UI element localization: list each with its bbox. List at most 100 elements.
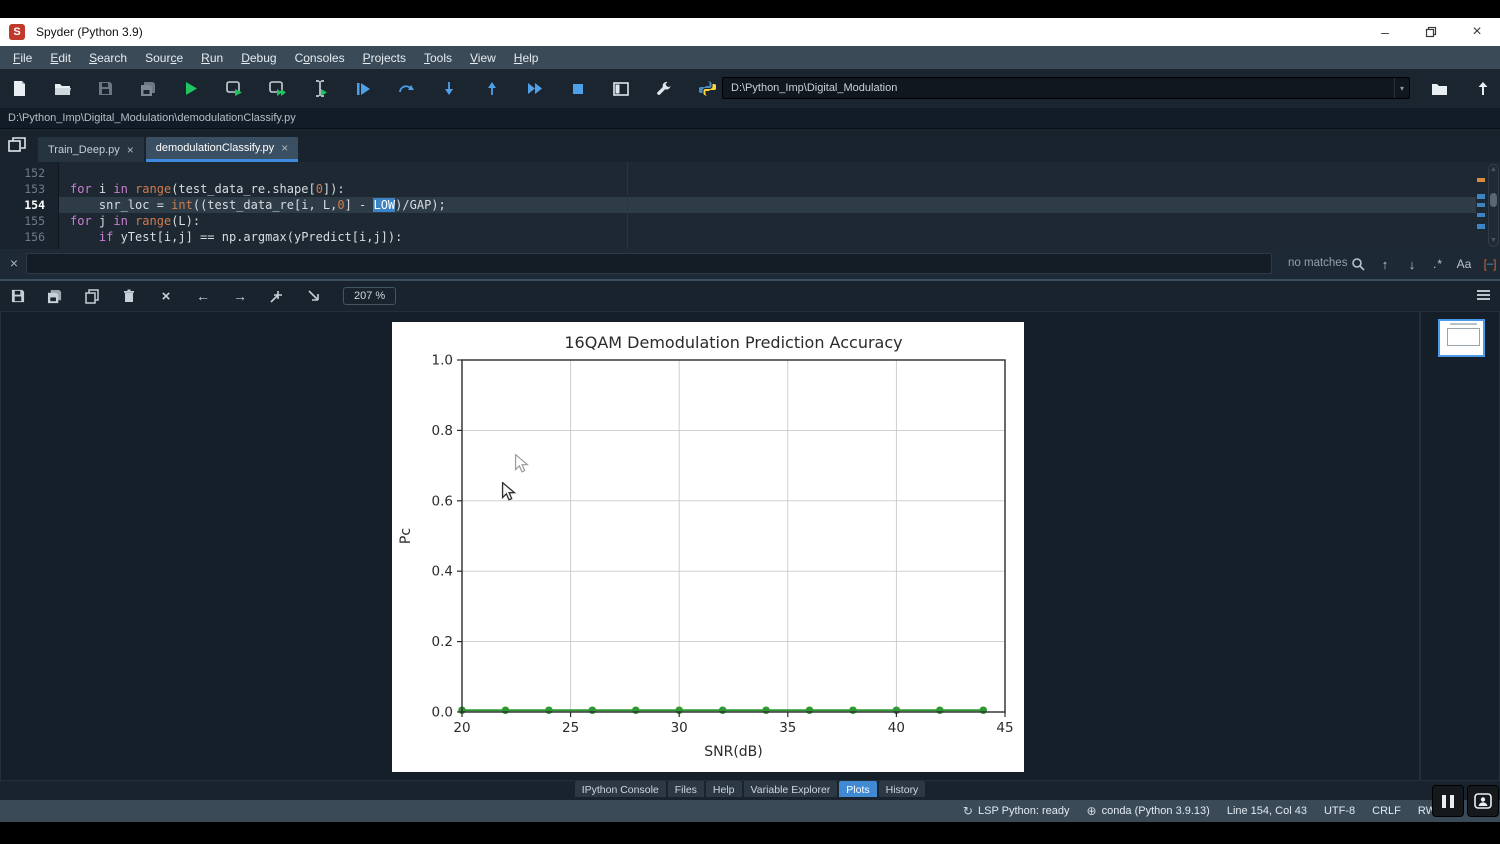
warning-marker (1477, 178, 1485, 182)
search-input[interactable] (26, 253, 1272, 274)
tab-close-icon[interactable]: × (281, 141, 288, 155)
menu-view[interactable]: View (461, 49, 505, 67)
run-cell-advance-icon[interactable] (268, 80, 286, 98)
remove-all-plots-icon[interactable]: × (158, 288, 174, 304)
occurrence-marker (1477, 203, 1485, 207)
svg-text:Pc: Pc (398, 528, 414, 544)
pause-button[interactable] (1432, 785, 1464, 817)
line-number: 153 (24, 181, 45, 197)
minimize-icon[interactable]: – (1362, 18, 1408, 46)
find-close-icon[interactable]: × (6, 255, 22, 271)
svg-text:1.0: 1.0 (432, 353, 453, 369)
scroll-flag-area (1477, 162, 1485, 249)
thumbnail-title-line (1450, 323, 1477, 325)
plot-canvas: 2025303540450.00.20.40.60.81.016QAM Demo… (392, 322, 1024, 772)
previous-plot-icon[interactable]: ← (195, 288, 211, 304)
scroll-up-icon[interactable]: ▲ (1489, 166, 1498, 174)
debug-step-into-icon[interactable] (440, 80, 458, 98)
webcam-button[interactable] (1467, 785, 1499, 817)
restore-icon[interactable] (1408, 18, 1454, 46)
panel-tab-plots[interactable]: Plots (839, 781, 876, 797)
panel-tab-help[interactable]: Help (706, 781, 742, 797)
save-plot-icon[interactable] (10, 288, 26, 304)
copy-plot-icon[interactable] (84, 288, 100, 304)
menu-tools[interactable]: Tools (415, 49, 461, 67)
menu-file[interactable]: File (4, 49, 41, 67)
tab-label: demodulationClassify.py (156, 142, 274, 154)
menu-edit[interactable]: Edit (41, 49, 80, 67)
panel-tab-files[interactable]: Files (668, 781, 704, 797)
title-bar: S Spyder (Python 3.9) – × (0, 18, 1500, 46)
save-all-icon[interactable] (139, 80, 157, 98)
menu-projects[interactable]: Projects (354, 49, 415, 67)
panel-tab-history[interactable]: History (879, 781, 926, 797)
debug-file-icon[interactable] (354, 80, 372, 98)
interpreter-status[interactable]: ⊕ conda (Python 3.9.13) (1087, 804, 1210, 818)
editor-scrollbar[interactable]: ▲ ▼ (1488, 164, 1499, 247)
zoom-out-icon[interactable] (306, 288, 322, 304)
editor-tab-demodulationclassify-py[interactable]: demodulationClassify.py × (146, 137, 298, 162)
next-plot-icon[interactable]: → (232, 288, 248, 304)
python-logo-icon[interactable] (698, 80, 716, 98)
debug-step-out-icon[interactable] (483, 80, 501, 98)
find-previous-icon[interactable]: ↑ (1375, 254, 1395, 274)
debug-continue-icon[interactable] (526, 80, 544, 98)
new-file-icon[interactable] (10, 80, 28, 98)
run-icon[interactable] (182, 80, 200, 98)
editor-tab-train_deep-py[interactable]: Train_Deep.py× (38, 137, 144, 162)
find-next-icon[interactable]: ↓ (1402, 254, 1422, 274)
stop-icon[interactable] (569, 80, 587, 98)
menu-debug[interactable]: Debug (232, 49, 285, 67)
open-file-icon[interactable] (53, 80, 71, 98)
person-icon (1474, 793, 1492, 809)
remove-plot-icon[interactable] (121, 288, 137, 304)
debug-step-over-icon[interactable] (397, 80, 415, 98)
whole-word-toggle-icon[interactable]: [–] (1480, 254, 1500, 274)
working-directory-combo[interactable]: ▾ (722, 77, 1410, 99)
panel-tab-variable-explorer[interactable]: Variable Explorer (744, 781, 838, 797)
occurrence-marker (1477, 194, 1485, 199)
plot-thumbnail[interactable] (1438, 319, 1485, 357)
panel-tab-ipython-console[interactable]: IPython Console (575, 781, 666, 797)
case-sensitive-toggle[interactable]: Aa (1454, 254, 1474, 274)
plots-toolbar: × ← → 207 % (0, 281, 1500, 311)
run-selection-icon[interactable] (311, 80, 329, 98)
menu-help[interactable]: Help (505, 49, 548, 67)
scroll-down-icon[interactable]: ▼ (1489, 237, 1498, 245)
code-line-156: if yTest[i,j] == np.argmax(yPredict[i,j]… (70, 229, 402, 245)
encoding-status: UTF-8 (1324, 805, 1355, 817)
working-directory-input[interactable] (723, 82, 1394, 94)
chevron-down-icon[interactable]: ▾ (1394, 78, 1409, 98)
svg-text:45: 45 (996, 720, 1013, 736)
zoom-in-icon[interactable] (269, 288, 285, 304)
run-cell-icon[interactable] (225, 80, 243, 98)
menu-run[interactable]: Run (192, 49, 232, 67)
options-menu-icon[interactable] (1477, 290, 1490, 302)
save-icon[interactable] (96, 80, 114, 98)
svg-text:0.6: 0.6 (432, 493, 453, 509)
preferences-wrench-icon[interactable] (655, 80, 673, 98)
plot-figure: 2025303540450.00.20.40.60.81.016QAM Demo… (392, 322, 1024, 772)
menu-source[interactable]: Source (136, 49, 192, 67)
spyder-logo-icon: S (9, 24, 25, 40)
menu-consoles[interactable]: Consoles (286, 49, 354, 67)
breadcrumb: D:\Python_Imp\Digital_Modulation\demodul… (0, 108, 1500, 129)
maximize-pane-icon[interactable] (612, 80, 630, 98)
window-controls: – × (1362, 18, 1500, 46)
search-icon[interactable] (1348, 254, 1368, 274)
svg-text:0.4: 0.4 (432, 564, 453, 580)
browse-directory-icon[interactable] (1430, 80, 1448, 98)
parent-directory-icon[interactable] (1474, 80, 1492, 98)
screen: S Spyder (Python 3.9) – × FileEditSearch… (0, 0, 1500, 844)
save-all-plots-icon[interactable] (47, 288, 63, 304)
top-letterbox (0, 0, 1500, 18)
tab-close-icon[interactable]: × (127, 143, 134, 157)
svg-text:30: 30 (671, 720, 688, 736)
close-icon[interactable]: × (1454, 18, 1500, 46)
regex-toggle-icon[interactable]: .* (1428, 254, 1448, 274)
menu-search[interactable]: Search (80, 49, 136, 67)
browse-tabs-icon[interactable] (8, 137, 26, 153)
scrollbar-thumb[interactable] (1490, 193, 1497, 207)
code-editor[interactable]: 152153154155156 for i in range(test_data… (0, 162, 1500, 249)
menu-bar: FileEditSearchSourceRunDebugConsolesProj… (0, 46, 1500, 69)
